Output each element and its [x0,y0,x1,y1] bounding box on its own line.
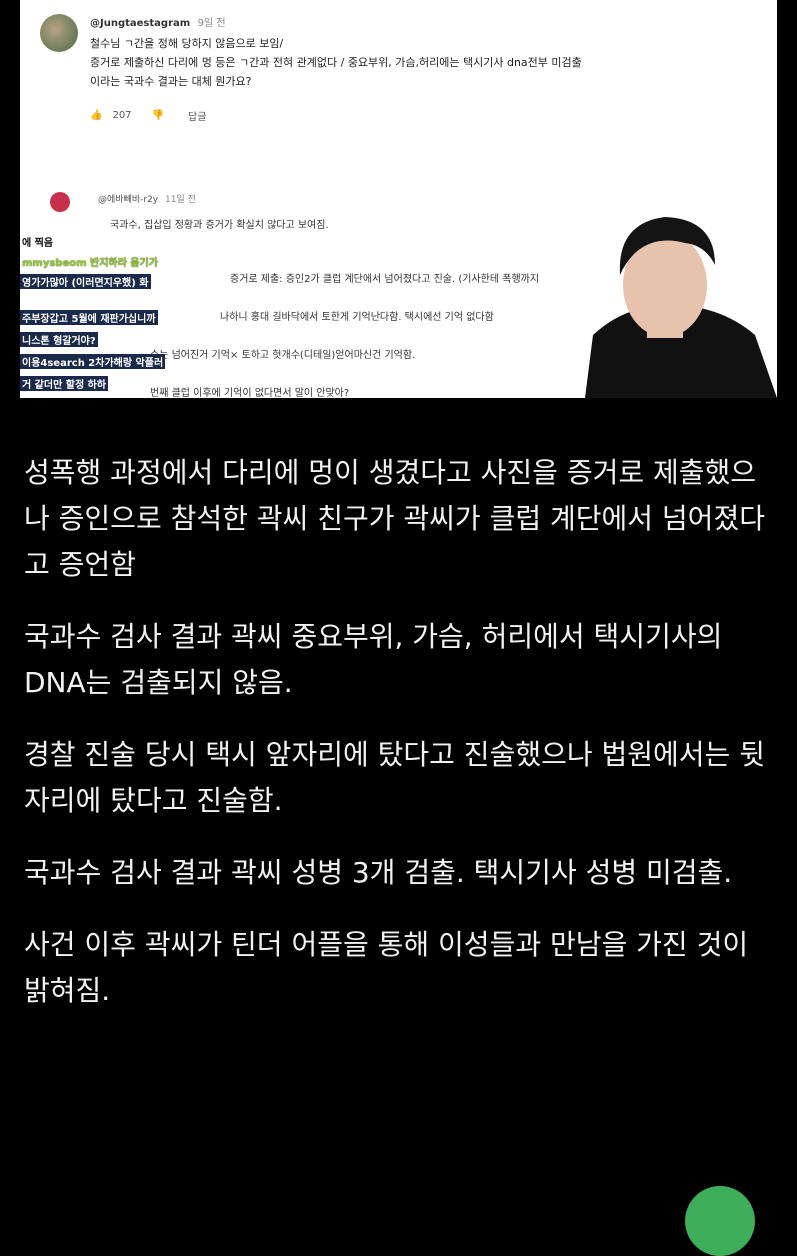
article-paragraph: 경찰 진술 당시 택시 앞자리에 탔다고 진술했으나 법원에서는 뒷자리에 탔다… [24,738,765,817]
article-paragraph: 성폭행 과정에서 다리에 멍이 생겼다고 사진을 증거로 제출했으나 증인으로 … [24,456,765,581]
article-body: 성폭행 과정에서 다리에 멍이 생겼다고 사진을 증거로 제출했으나 증인으로 … [24,450,774,1040]
reply-button[interactable]: 답글 [188,108,206,123]
streamer-figure [565,205,777,398]
comment-time: 9일 전 [197,18,226,29]
chat-message: 영가가많아 (이러면지우했) 화 [20,274,151,289]
like-icon[interactable]: 👍 [90,110,102,121]
comment-avatar[interactable] [40,14,78,52]
chat-message: 주부장갑고 5월에 재판가십니까 [20,310,158,325]
comment-line: 증거로 제출하신 다리에 멍 등은 ㄱ간과 전혀 관계없다 / 중요부위, 가슴… [90,56,582,69]
comment-actions: 👍 207 👎 답글 [90,108,206,123]
author-name[interactable]: @Jungtaestagram [90,18,190,29]
comment-line: 이라는 국과수 결과는 대체 뭔가요? [90,75,252,88]
comment-author[interactable]: @Jungtaestagram 9일 전 [90,14,226,29]
comment-author[interactable]: @에바빼바-r2y 11일 전 [98,192,196,205]
article-paragraph: 국과수 검사 결과 곽씨 성병 3개 검출. 택시기사 성병 미검출. [24,856,733,889]
like-count: 207 [112,110,132,121]
comment-body: 철수님 ㄱ간을 정해 당하지 않음으로 보임/ 증거로 제출하신 다리에 멍 등… [90,34,750,91]
comment-line: 나하니 홍대 길바닥에서 토한게 기억난다함. 택시에선 기억 없다함 [220,312,494,323]
comment-avatar[interactable] [50,192,70,212]
comment-time: 11일 전 [165,195,196,205]
author-name[interactable]: @에바빼바-r2y [98,195,158,205]
chat-message: 이용4search 2차가해랑 악플러 [20,354,166,369]
chat-message: mmysbeom 반지하라 음기가 [22,258,158,269]
article-paragraph: 국과수 검사 결과 곽씨 중요부위, 가슴, 허리에서 택시기사의 DNA는 검… [24,620,723,699]
chat-message: 니스톤 형갈거야? [20,332,98,347]
chat-message: 거 같더만 할정 하하 [20,376,109,391]
dislike-icon[interactable]: 👎 [152,110,164,121]
chat-message: 에 찍음 [22,238,54,249]
comment-line: 철수님 ㄱ간을 정해 당하지 않음으로 보임/ [90,37,284,50]
embedded-screenshot: @Jungtaestagram 9일 전 철수님 ㄱ간을 정해 당하지 않음으로… [20,0,777,398]
live-chat-overlay: 에 찍음 mmysbeom 반지하라 음기가 영가가많아 (이러면지우했) 화 … [20,214,230,398]
article-paragraph: 사건 이후 곽씨가 틴더 어플을 통해 이성들과 만남을 가진 것이 밝혀짐. [24,928,749,1007]
floating-action-button[interactable] [685,1186,755,1256]
comment-line: 증거로 제출: 증인2가 클럽 계단에서 넘어졌다고 진술. (기사한테 폭행까… [230,274,540,285]
